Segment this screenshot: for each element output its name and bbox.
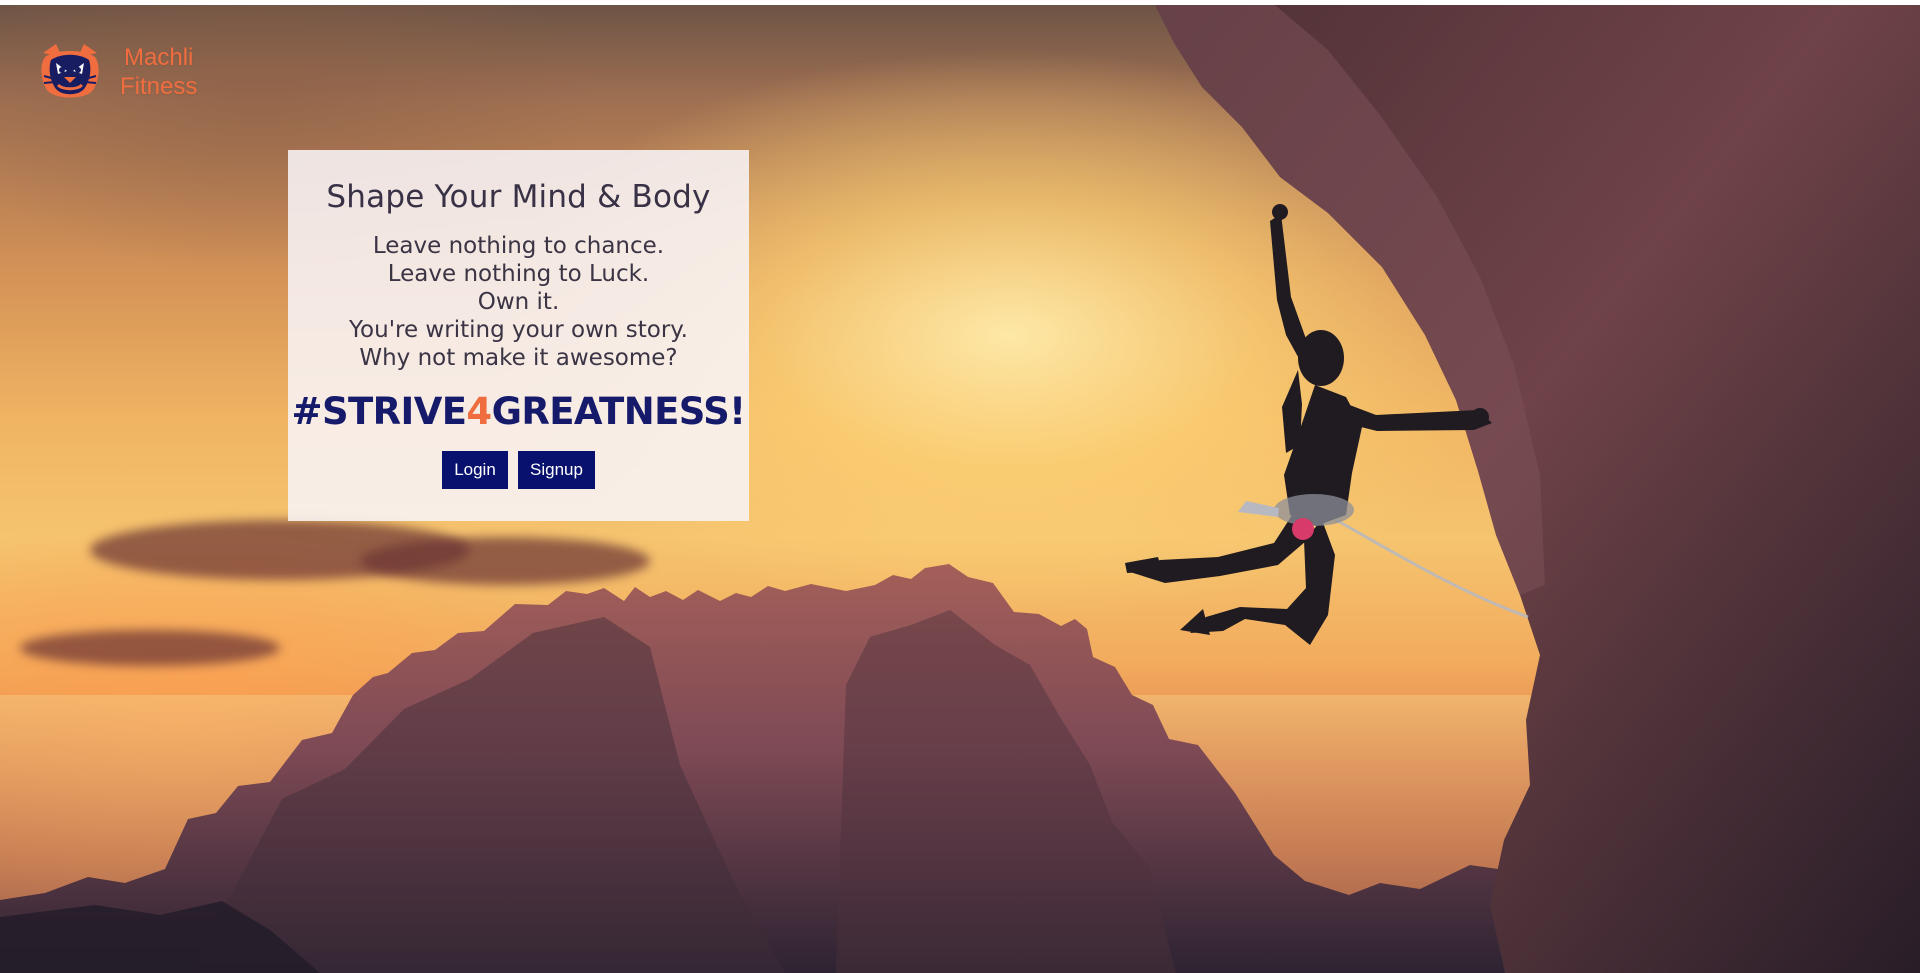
brand[interactable]: Machli Fitness bbox=[38, 42, 197, 102]
login-button[interactable]: Login bbox=[442, 451, 508, 489]
motto-line-1: Leave nothing to chance. bbox=[372, 233, 665, 259]
climbing-harness bbox=[1238, 494, 1354, 540]
hashtag-suffix: GREATNESS! bbox=[491, 390, 746, 433]
hero-title: Shape Your Mind & Body bbox=[326, 179, 711, 215]
hero-card: Shape Your Mind & Body Leave nothing to … bbox=[288, 150, 749, 521]
motto-line-4: You're writing your own story. bbox=[349, 317, 688, 343]
motto-line-5: Why not make it awesome? bbox=[359, 345, 678, 371]
hashtag-highlight: 4 bbox=[466, 390, 492, 433]
motto-line-2: Leave nothing to Luck. bbox=[387, 261, 650, 287]
motto-text: Leave nothing to chance. Leave nothing t… bbox=[288, 232, 749, 372]
signup-button[interactable]: Signup bbox=[518, 451, 595, 489]
tiger-face-icon bbox=[41, 44, 99, 98]
hashtag-prefix: #STRIVE bbox=[291, 390, 467, 433]
brand-name: Machli Fitness bbox=[120, 43, 197, 101]
strive-hashtag: #STRIVE4GREATNESS! bbox=[288, 390, 749, 434]
brand-name-line-2: Fitness bbox=[120, 73, 198, 100]
brand-name-line-1: Machli bbox=[124, 44, 194, 71]
motto-line-3: Own it. bbox=[477, 289, 560, 315]
auth-actions: Login Signup bbox=[288, 451, 749, 489]
